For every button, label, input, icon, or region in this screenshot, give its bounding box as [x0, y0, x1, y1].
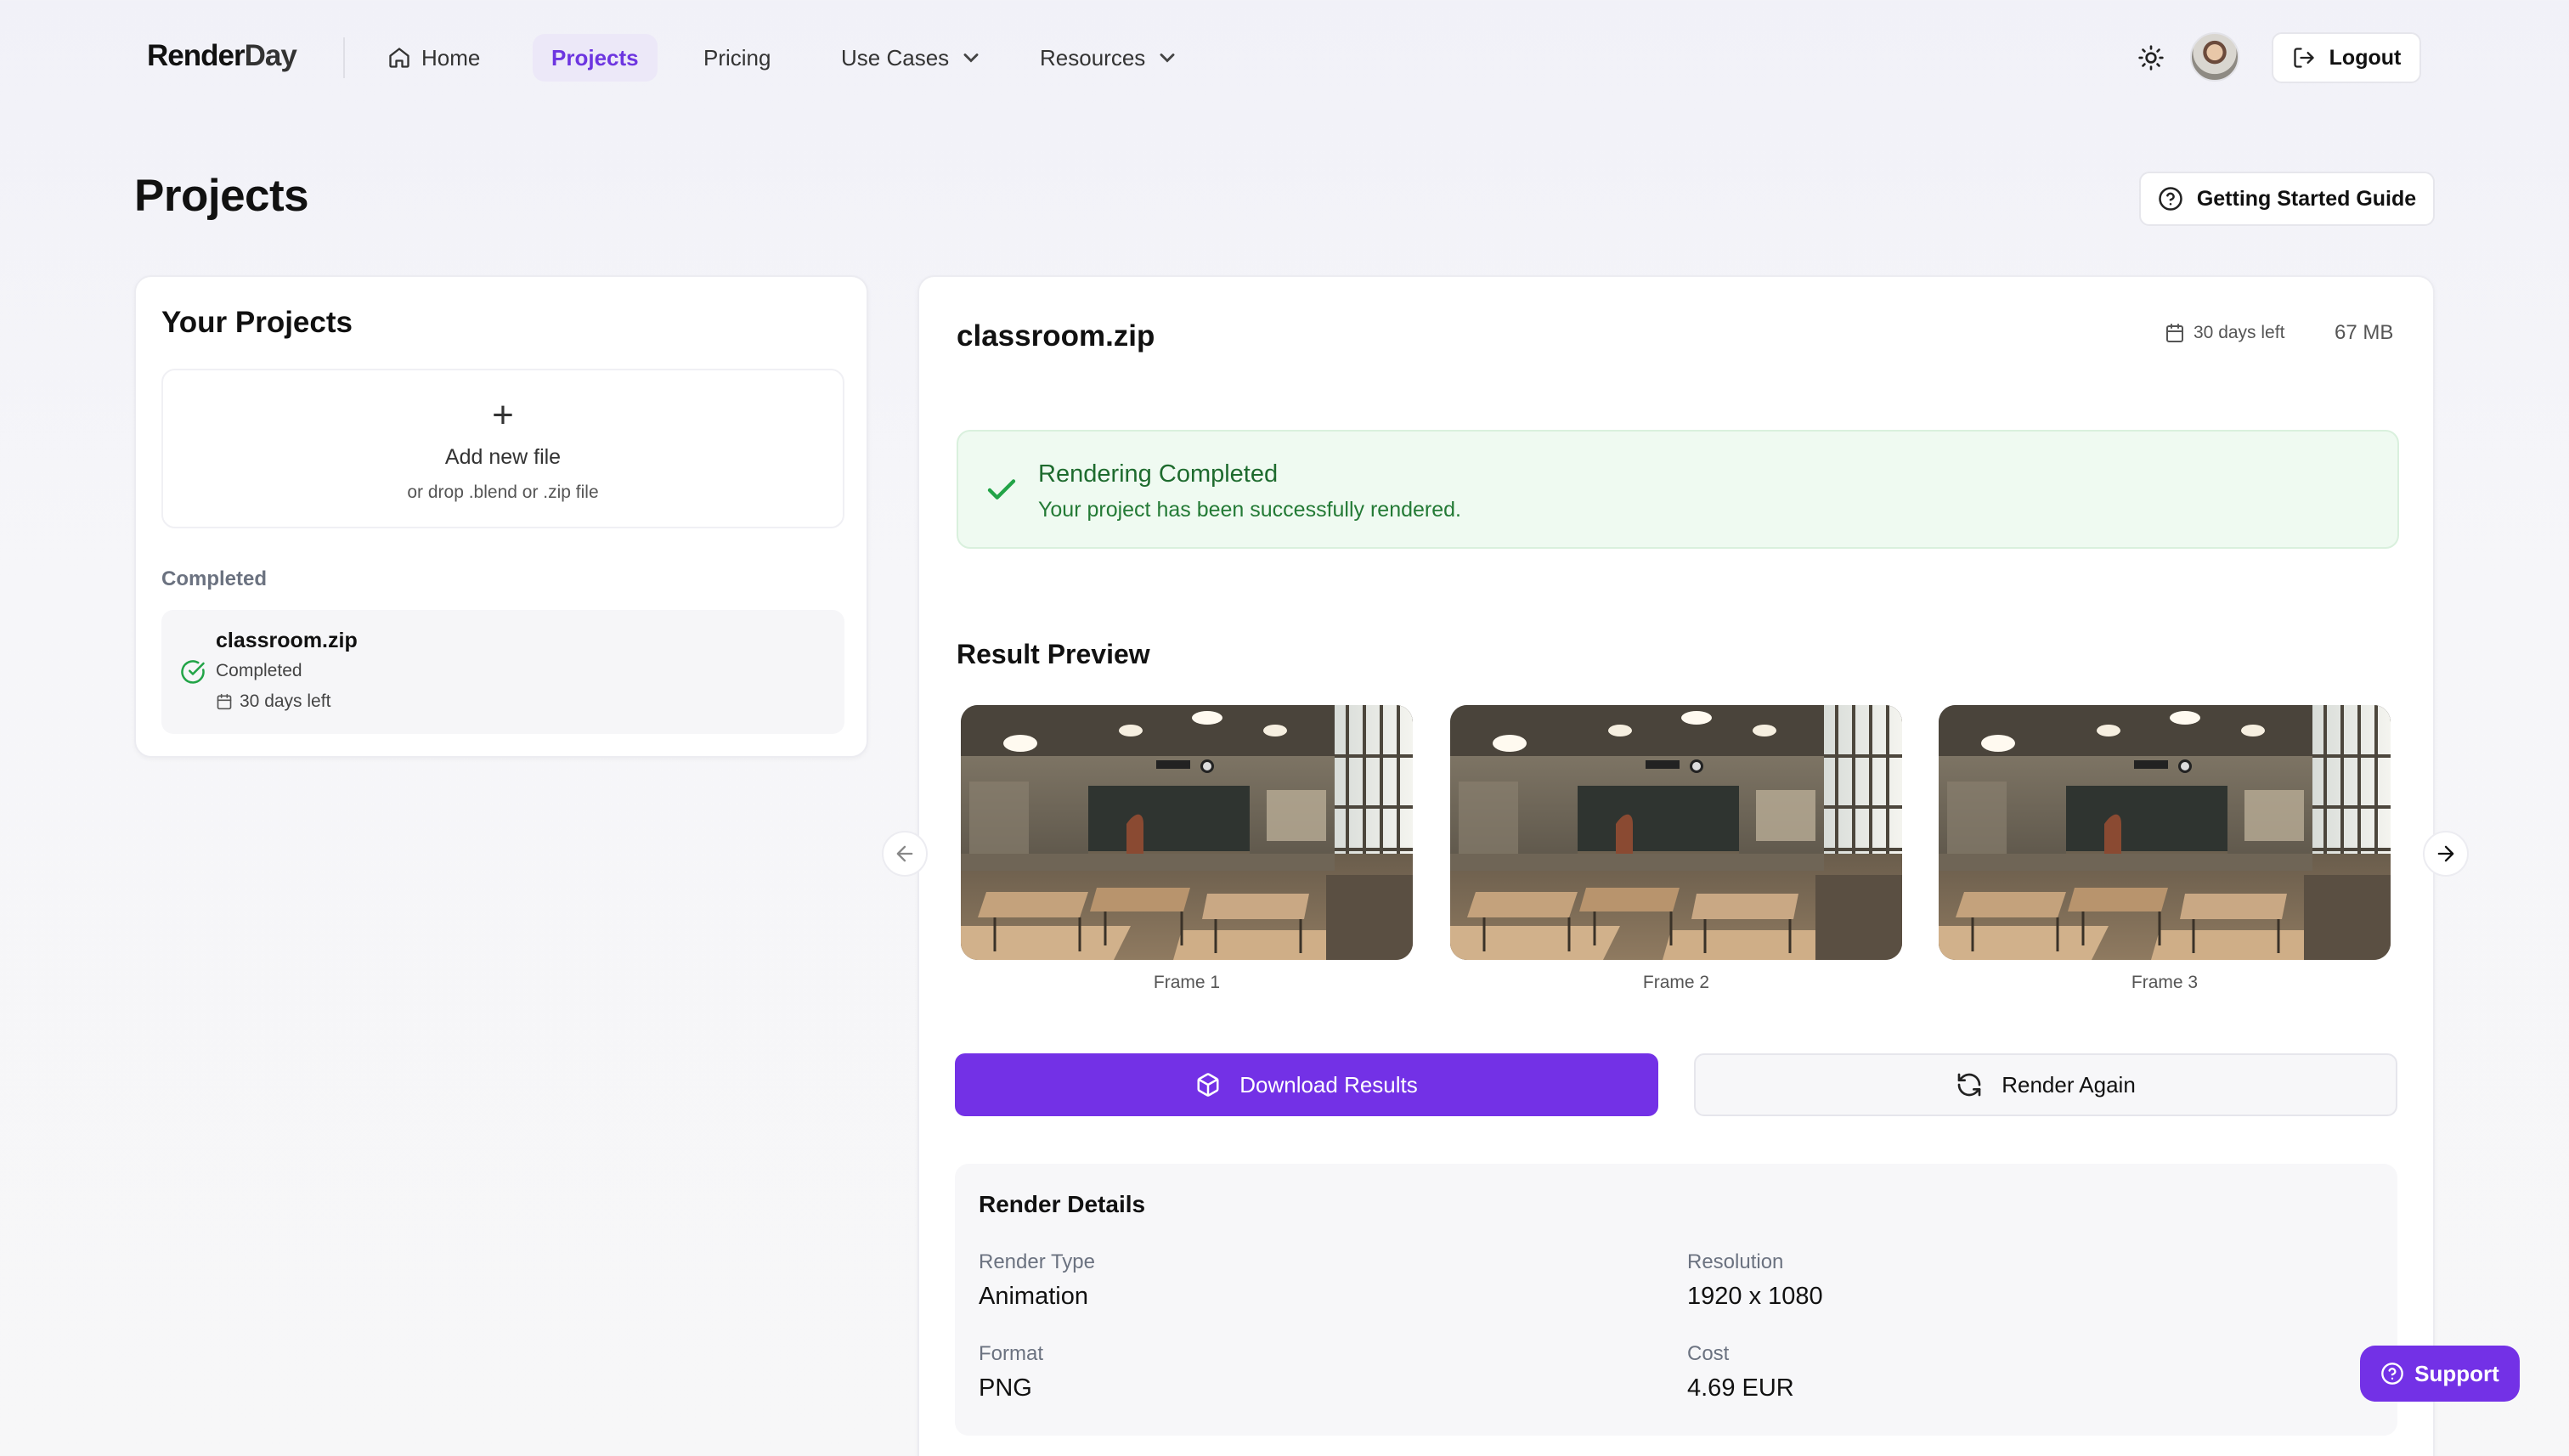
result-preview-title: Result Preview: [957, 639, 1150, 669]
support-button[interactable]: Support: [2360, 1346, 2520, 1402]
days-left-text: 30 days left: [2194, 323, 2285, 342]
nav-item-resources[interactable]: Resources: [1021, 34, 1198, 82]
nav-item-label: Pricing: [703, 44, 771, 71]
home-icon: [389, 48, 409, 68]
classroom-render-image: [1450, 705, 1902, 960]
project-days-left: 30 days left: [216, 691, 330, 712]
chevron-down-icon: [1160, 54, 1175, 63]
dropzone-subtitle: or drop .blend or .zip file: [407, 483, 599, 502]
nav-item-pricing[interactable]: Pricing: [685, 34, 789, 82]
nav-item-label: Projects: [551, 44, 639, 71]
preview-frame[interactable]: [961, 705, 1413, 960]
download-label: Download Results: [1239, 1071, 1418, 1098]
carousel-next-button[interactable]: [2423, 831, 2469, 877]
nav-item-label: Resources: [1040, 44, 1146, 71]
nav-item-home[interactable]: Home: [369, 34, 499, 82]
file-title: classroom.zip: [957, 319, 1155, 353]
carousel-prev-button[interactable]: [882, 831, 928, 877]
project-name: classroom.zip: [216, 629, 358, 652]
logout-icon: [2293, 48, 2314, 68]
nav-item-label: Use Cases: [841, 44, 950, 71]
render-again-button[interactable]: Render Again: [1694, 1053, 2397, 1116]
logo-accent-text: Day: [244, 39, 297, 72]
file-size: 67 MB: [2335, 321, 2394, 344]
nav-item-projects[interactable]: Projects: [533, 34, 658, 82]
theme-toggle-sun-icon[interactable]: [2137, 44, 2165, 71]
sidebar-title: Your Projects: [161, 306, 353, 339]
logout-label: Logout: [2329, 45, 2402, 70]
check-circle-icon: [181, 660, 205, 684]
days-left-text: 30 days left: [240, 691, 331, 711]
classroom-render-image: [961, 705, 1413, 960]
arrow-left-icon: [896, 845, 913, 862]
help-circle-icon: [2159, 187, 2182, 211]
calendar-icon: [217, 693, 232, 710]
download-results-button[interactable]: Download Results: [955, 1053, 1658, 1116]
preview-frame[interactable]: [1939, 705, 2391, 960]
avatar[interactable]: [2190, 32, 2239, 82]
logo-main-text: Render: [147, 39, 246, 72]
frame-label: Frame 2: [1642, 973, 1710, 992]
preview-frame[interactable]: [1450, 705, 1902, 960]
dropzone-title: Add new file: [444, 445, 562, 469]
classroom-render-image: [1939, 705, 2391, 960]
frame-label: Frame 3: [2131, 973, 2199, 992]
package-icon: [1197, 1073, 1219, 1097]
support-label: Support: [2414, 1360, 2499, 1386]
logo[interactable]: RenderDay: [147, 39, 297, 73]
check-icon: [987, 479, 1016, 499]
nav-divider: [343, 37, 345, 78]
calendar-icon: [2166, 324, 2183, 342]
file-dropzone[interactable]: + Add new file or drop .blend or .zip fi…: [161, 369, 844, 528]
arrow-right-icon: [2437, 845, 2454, 862]
success-alert: Rendering Completed Your project has bee…: [957, 430, 2399, 549]
guide-label: Getting Started Guide: [2196, 186, 2417, 211]
render-again-label: Render Again: [2002, 1071, 2136, 1098]
top-nav: RenderDay Home Projects Pricing Use Case…: [0, 0, 2569, 116]
alert-title: Rendering Completed: [1038, 460, 1279, 488]
alert-message: Your project has been successfully rende…: [1038, 498, 1461, 522]
section-label-completed: Completed: [161, 567, 268, 590]
refresh-icon: [1957, 1073, 1981, 1097]
getting-started-guide-button[interactable]: Getting Started Guide: [2139, 172, 2435, 226]
chevron-down-icon: [963, 54, 979, 63]
expiry-info: 30 days left: [2165, 323, 2284, 343]
page-title: Projects: [134, 171, 309, 221]
project-list-item[interactable]: classroom.zip Completed 30 days left: [161, 610, 844, 734]
nav-item-use-cases[interactable]: Use Cases: [822, 34, 1002, 82]
logout-button[interactable]: Logout: [2272, 32, 2421, 83]
nav-item-label: Home: [421, 44, 481, 71]
project-status: Completed: [216, 661, 302, 680]
help-circle-icon: [2381, 1363, 2404, 1385]
frame-label: Frame 1: [1153, 973, 1221, 992]
projects-sidebar-card: Your Projects + Add new file or drop .bl…: [134, 275, 868, 758]
plus-icon: +: [492, 394, 514, 436]
